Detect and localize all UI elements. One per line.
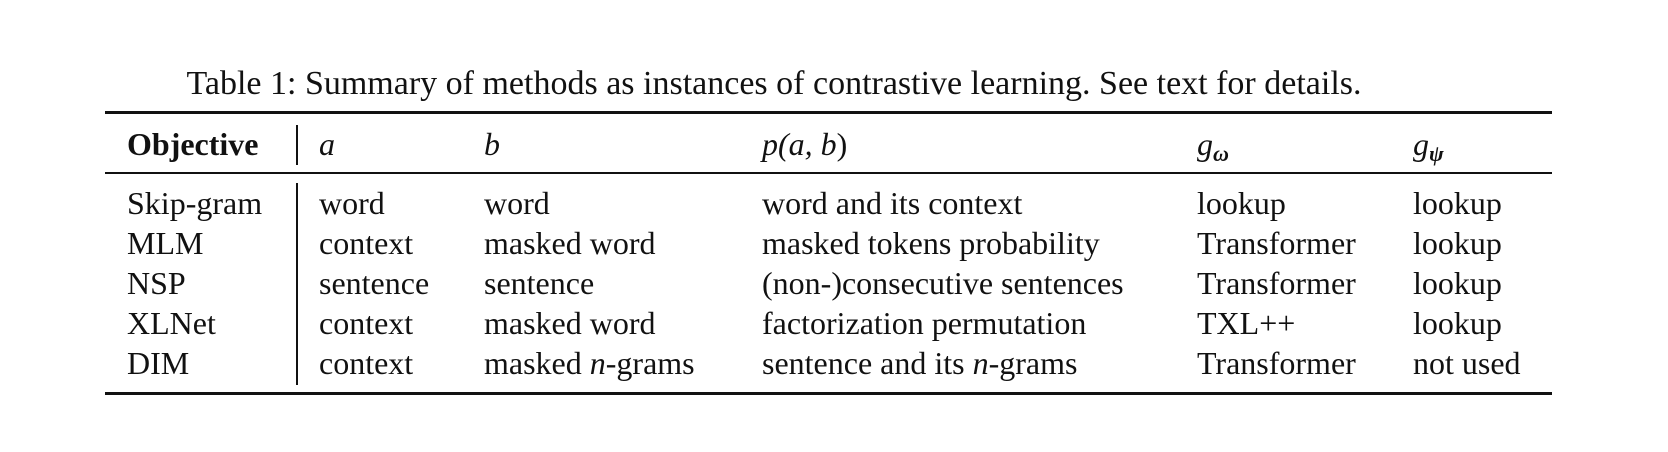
cell-a: sentence [319,265,430,301]
cell-g-omega: lookup [1197,185,1286,221]
cell-g-omega: TXL++ [1197,305,1296,341]
header-b: b [484,126,500,162]
cell-g-omega: Transformer [1197,345,1356,381]
header-g-psi: gψ [1413,124,1444,174]
cell-b: word [484,185,550,221]
cell-objective: NSP [127,265,186,301]
header-p-open: p( [762,126,789,162]
column-divider-header [296,125,298,165]
cell-g-psi: lookup [1413,305,1502,341]
cell-p: (non-)consecutive sentences [762,265,1124,301]
header-rule [105,172,1552,174]
cell-a: context [319,225,414,261]
cell-objective: Skip-gram [127,185,263,221]
header-objective: Objective [127,126,259,162]
cell-a: context [319,345,414,381]
cell-p-pre: sentence and its [762,345,973,381]
cell-b-post: -grams [605,345,695,381]
cell-b: sentence [484,265,595,301]
column-divider-body [296,183,298,385]
cell-g-omega: Transformer [1197,225,1356,261]
cell-b: masked n-grams [484,343,695,383]
cell-b: masked word [484,225,656,261]
cell-objective: DIM [127,345,190,381]
cell-g-psi: lookup [1413,225,1502,261]
cell-p: word and its context [762,185,1023,221]
cell-g-psi: lookup [1413,185,1502,221]
cell-p: masked tokens probability [762,225,1100,261]
cell-b-pre: masked [484,345,590,381]
header-g-omega-base: g [1197,126,1213,162]
bottom-rule [105,392,1552,395]
cell-a: word [319,185,385,221]
table-caption: Table 1: Summary of methods as instances… [186,65,1362,102]
cell-g-omega: Transformer [1197,265,1356,301]
header-p-ab: p(a, b) [762,124,847,164]
header-g-psi-base: g [1413,126,1429,162]
cell-p: sentence and its n-grams [762,343,1077,383]
cell-g-psi: not used [1413,345,1521,381]
cell-p-var: n [972,345,989,381]
cell-b: masked word [484,305,656,341]
cell-objective: XLNet [127,305,216,341]
cell-g-psi: lookup [1413,265,1502,301]
header-g-omega-sub: ω [1213,141,1229,166]
cell-a: context [319,305,414,341]
cell-b-var: n [589,345,606,381]
top-rule [105,111,1552,114]
cell-p: factorization permutation [762,305,1087,341]
header-g-psi-sub: ψ [1429,141,1444,166]
header-p-close: ) [836,126,848,162]
header-g-omega: gω [1197,124,1229,174]
header-p-args: a, b [788,126,837,162]
cell-p-post: -grams [988,345,1078,381]
cell-objective: MLM [127,225,204,261]
header-a: a [319,126,335,162]
